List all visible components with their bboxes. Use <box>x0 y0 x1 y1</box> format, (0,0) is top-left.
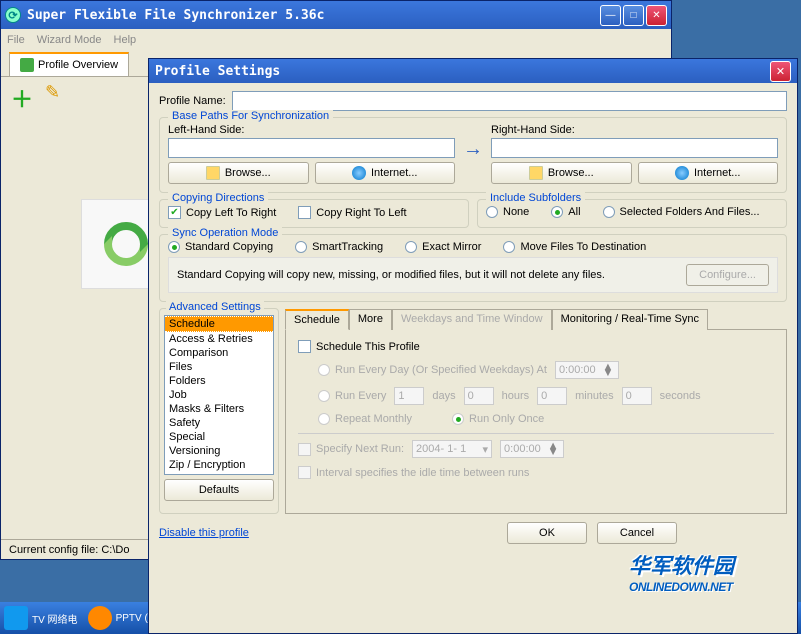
tab-monitoring[interactable]: Monitoring / Real-Time Sync <box>552 309 708 330</box>
app-icon: ⟳ <box>5 7 21 23</box>
adv-item-job[interactable]: Job <box>165 388 273 402</box>
tab-label: Profile Overview <box>38 59 118 71</box>
left-hand-input[interactable] <box>168 138 455 158</box>
hours-input <box>464 387 494 405</box>
run-once-radio: Run Only Once <box>452 413 544 425</box>
profile-name-label: Profile Name: <box>159 95 226 107</box>
adv-item-access[interactable]: Access & Retries <box>165 332 273 346</box>
mode-move-radio[interactable]: Move Files To Destination <box>503 241 646 253</box>
run-every-radio: Run Every <box>318 390 386 402</box>
adv-item-versioning[interactable]: Versioning <box>165 444 273 458</box>
adv-item-masks[interactable]: Masks & Filters <box>165 402 273 416</box>
base-paths-legend: Base Paths For Synchronization <box>168 110 333 122</box>
app-title: Super Flexible File Synchronizer 5.36c <box>27 8 600 23</box>
adv-item-info[interactable]: Information <box>165 472 273 475</box>
sync-mode-desc: Standard Copying will copy new, missing,… <box>177 269 605 281</box>
folder-icon <box>206 166 220 180</box>
copying-legend: Copying Directions <box>168 192 268 204</box>
defaults-button[interactable]: Defaults <box>164 479 274 501</box>
right-browse-button[interactable]: Browse... <box>491 162 632 184</box>
advanced-tabbar: Schedule More Weekdays and Time Window M… <box>285 308 787 330</box>
right-hand-label: Right-Hand Side: <box>491 124 778 136</box>
minutes-input <box>537 387 567 405</box>
globe-icon <box>352 166 366 180</box>
tab-schedule[interactable]: Schedule <box>285 309 349 330</box>
advanced-settings-panel: Advanced Settings Schedule Access & Retr… <box>159 308 279 514</box>
interval-idle-checkbox: Interval specifies the idle time between… <box>298 466 529 479</box>
menubar: File Wizard Mode Help <box>1 29 671 51</box>
next-run-date: 2004- 1- 1▾ <box>412 440 492 458</box>
tab-more[interactable]: More <box>349 309 392 330</box>
profile-settings-dialog: Profile Settings ✕ Profile Name: Base Pa… <box>148 58 798 634</box>
repeat-monthly-radio: Repeat Monthly <box>318 413 412 425</box>
task-icon-2[interactable] <box>88 606 112 630</box>
menu-file[interactable]: File <box>7 34 25 46</box>
left-internet-button[interactable]: Internet... <box>315 162 456 184</box>
include-selected-radio[interactable]: Selected Folders And Files... <box>603 206 760 218</box>
globe-icon <box>675 166 689 180</box>
task-icon-1[interactable] <box>4 606 28 630</box>
folder-icon <box>529 166 543 180</box>
mode-smart-radio[interactable]: SmartTracking <box>295 241 383 253</box>
right-hand-input[interactable] <box>491 138 778 158</box>
include-none-radio[interactable]: None <box>486 206 529 218</box>
left-hand-label: Left-Hand Side: <box>168 124 455 136</box>
add-icon[interactable]: ＋ <box>11 82 33 104</box>
copying-directions-fieldset: Copying Directions ✔Copy Left To Right C… <box>159 199 469 228</box>
right-internet-button[interactable]: Internet... <box>638 162 779 184</box>
minimize-button[interactable]: — <box>600 5 621 26</box>
schedule-tab-content: Schedule This Profile Run Every Day (Or … <box>285 330 787 514</box>
adv-item-safety[interactable]: Safety <box>165 416 273 430</box>
left-browse-button[interactable]: Browse... <box>168 162 309 184</box>
copy-rtl-checkbox[interactable]: Copy Right To Left <box>298 206 406 219</box>
arrow-icon: → <box>463 124 483 161</box>
adv-item-comparison[interactable]: Comparison <box>165 346 273 360</box>
adv-item-zip[interactable]: Zip / Encryption <box>165 458 273 472</box>
profile-name-input[interactable] <box>232 91 787 111</box>
copy-ltr-checkbox[interactable]: ✔Copy Left To Right <box>168 206 276 219</box>
ok-button[interactable]: OK <box>507 522 587 544</box>
every-day-time: 0:00:00▲▼ <box>555 361 619 379</box>
adv-item-files[interactable]: Files <box>165 360 273 374</box>
sync-mode-legend: Sync Operation Mode <box>168 227 282 239</box>
specify-next-run-checkbox: Specify Next Run: <box>298 443 404 456</box>
adv-item-special[interactable]: Special <box>165 430 273 444</box>
include-all-radio[interactable]: All <box>551 206 580 218</box>
mode-exact-radio[interactable]: Exact Mirror <box>405 241 481 253</box>
adv-item-schedule[interactable]: Schedule <box>165 316 273 332</box>
tab-weekdays[interactable]: Weekdays and Time Window <box>392 309 552 330</box>
menu-help[interactable]: Help <box>114 34 137 46</box>
dialog-title: Profile Settings <box>155 64 770 79</box>
cancel-button[interactable]: Cancel <box>597 522 677 544</box>
base-paths-fieldset: Base Paths For Synchronization Left-Hand… <box>159 117 787 193</box>
advanced-legend: Advanced Settings <box>166 301 264 313</box>
run-every-day-radio: Run Every Day (Or Specified Weekdays) At <box>318 364 547 376</box>
configure-button: Configure... <box>686 264 769 286</box>
seconds-input <box>622 387 652 405</box>
close-button[interactable]: ✕ <box>646 5 667 26</box>
menu-wizard[interactable]: Wizard Mode <box>37 34 102 46</box>
include-subfolders-fieldset: Include Subfolders None All Selected Fol… <box>477 199 787 228</box>
main-titlebar[interactable]: ⟳ Super Flexible File Synchronizer 5.36c… <box>1 1 671 29</box>
next-run-time: 0:00:00▲▼ <box>500 440 564 458</box>
days-input <box>394 387 424 405</box>
tab-icon <box>20 58 34 72</box>
mode-standard-radio[interactable]: Standard Copying <box>168 241 273 253</box>
schedule-enable-checkbox[interactable]: Schedule This Profile <box>298 340 420 353</box>
adv-item-folders[interactable]: Folders <box>165 374 273 388</box>
include-legend: Include Subfolders <box>486 192 585 204</box>
edit-icon[interactable]: ✎ <box>45 82 67 104</box>
maximize-button[interactable]: □ <box>623 5 644 26</box>
dialog-close-button[interactable]: ✕ <box>770 61 791 82</box>
dialog-titlebar[interactable]: Profile Settings ✕ <box>149 59 797 83</box>
disable-profile-link[interactable]: Disable this profile <box>159 527 249 539</box>
task-label-1: TV 网络电 <box>32 611 78 626</box>
tab-profile-overview[interactable]: Profile Overview <box>9 52 129 76</box>
sync-mode-fieldset: Sync Operation Mode Standard Copying Sma… <box>159 234 787 302</box>
divider <box>298 433 774 434</box>
status-text: Current config file: C:\Do <box>9 544 129 556</box>
advanced-list[interactable]: Schedule Access & Retries Comparison Fil… <box>164 315 274 475</box>
